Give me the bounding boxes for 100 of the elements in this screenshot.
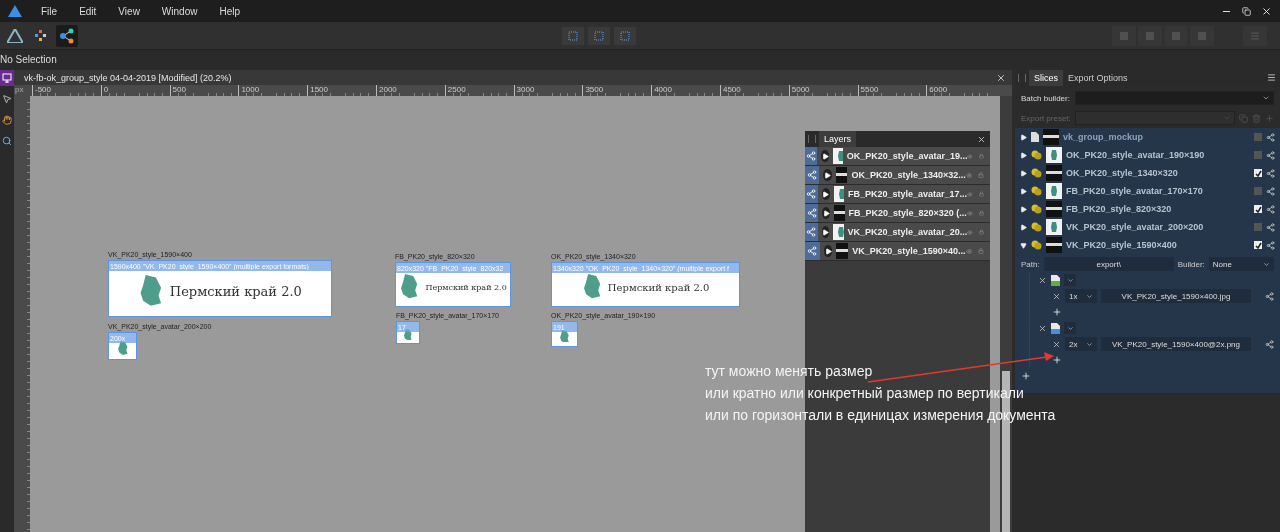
slice-row[interactable]: OK_PK20_style_avatar_190×190	[1015, 146, 1280, 164]
checkbox[interactable]	[1254, 187, 1262, 195]
caret-icon	[1223, 114, 1231, 122]
export-icon[interactable]	[1265, 291, 1274, 301]
dotted-square-icon	[594, 30, 604, 41]
triangle-icon	[1020, 169, 1027, 177]
coins-icon	[1031, 150, 1042, 160]
slice-name: OK_PK20_style_1340×320	[1066, 168, 1179, 178]
export-icon[interactable]	[1266, 168, 1275, 178]
checkbox[interactable]	[1254, 151, 1262, 159]
export-icon[interactable]	[1265, 339, 1274, 349]
map-icon	[138, 275, 164, 306]
expand-button[interactable]	[821, 150, 829, 162]
add-icon[interactable]	[1052, 355, 1062, 365]
expand-button[interactable]	[822, 207, 830, 219]
filename-field[interactable]: VK_PK20_style_1590×400.jpg	[1101, 289, 1251, 303]
dotted-square-icon	[620, 30, 630, 41]
checkbox[interactable]	[1254, 241, 1262, 249]
menu-item[interactable]: Help	[208, 5, 251, 17]
layer-row[interactable]: VK_PK20_style_avatar_20...	[805, 223, 990, 242]
selection-box-button[interactable]	[588, 26, 610, 45]
export-icon[interactable]	[1266, 240, 1275, 250]
slice-row[interactable]: FB_PK20_style_avatar_170×170	[1015, 182, 1280, 200]
layer-row[interactable]: OK_PK20_style_avatar_19...	[805, 147, 990, 166]
filename-field[interactable]: VK_PK20_style_1590×400@2x.png	[1101, 337, 1251, 351]
field-label: Batch builder:	[1021, 93, 1071, 103]
expand-button[interactable]	[821, 226, 830, 238]
layer-name: VK_PK20_style_1590×40...	[852, 246, 966, 256]
menu-item[interactable]: Window	[150, 5, 209, 17]
close-button[interactable]	[996, 72, 1006, 83]
slice-row[interactable]: OK_PK20_style_1340×320	[1015, 164, 1280, 182]
export-icon[interactable]	[1266, 132, 1275, 142]
expand-button[interactable]	[823, 169, 832, 181]
remove-icon[interactable]	[1052, 291, 1061, 301]
tool-button[interactable]	[0, 70, 14, 86]
panel-tab[interactable]: Layers	[819, 131, 856, 147]
triangle-icon	[822, 228, 830, 236]
map-icon	[559, 329, 570, 343]
expand-button[interactable]	[823, 245, 833, 257]
expand-toggle[interactable]	[1020, 205, 1027, 213]
layer-row[interactable]: VK_PK20_style_1590×40...	[805, 242, 990, 261]
export-icon[interactable]	[1266, 222, 1275, 232]
expand-toggle[interactable]	[1020, 241, 1027, 249]
expand-button[interactable]	[821, 188, 830, 200]
layer-row[interactable]: FB_PK20_style_820×320 (...	[805, 204, 990, 223]
slice-name: FB_PK20_style_820×320	[1066, 204, 1173, 214]
close-icon[interactable]	[1261, 5, 1272, 17]
panel-tab[interactable]: Slices	[1029, 69, 1063, 86]
thumbnail	[832, 148, 843, 164]
remove-icon[interactable]	[1038, 323, 1047, 333]
menu-item[interactable]: View	[107, 5, 151, 17]
close-button[interactable]	[977, 134, 986, 144]
slice-name: OK_PK20_style_avatar_190×190	[1066, 150, 1206, 160]
menu-item[interactable]: File	[30, 5, 69, 17]
expand-toggle[interactable]	[1020, 169, 1027, 177]
expand-toggle[interactable]	[1020, 151, 1027, 159]
share-icon	[806, 227, 817, 237]
scale-dropdown[interactable]: 2x	[1065, 337, 1097, 351]
scale-dropdown[interactable]: 1x	[1065, 289, 1097, 303]
checkbox[interactable]	[1254, 169, 1262, 177]
layer-row[interactable]: OK_PK20_style_1340×32...	[805, 166, 990, 185]
expand-toggle[interactable]	[1020, 187, 1027, 195]
remove-icon[interactable]	[1052, 339, 1061, 349]
checkbox[interactable]	[1254, 223, 1262, 231]
layer-row[interactable]: FB_PK20_style_avatar_17...	[805, 185, 990, 204]
export-icon[interactable]	[1266, 186, 1275, 196]
restore-icon[interactable]	[1242, 6, 1251, 16]
builder-dropdown[interactable]: None	[1208, 257, 1274, 271]
checkbox[interactable]	[1254, 133, 1262, 141]
path-field[interactable]: export\	[1043, 257, 1174, 271]
share-icon	[806, 151, 817, 161]
share-icon	[807, 170, 818, 180]
selection-box-button[interactable]	[614, 26, 636, 45]
panel-menu-button[interactable]	[1267, 73, 1276, 82]
export-icon[interactable]	[1266, 150, 1275, 160]
document-icon	[1031, 132, 1039, 142]
file-icon	[1051, 274, 1060, 286]
layer-name: OK_PK20_style_avatar_19...	[846, 151, 968, 161]
panel-tab[interactable]: Export Options	[1063, 69, 1133, 86]
map-icon	[399, 274, 420, 299]
file-icon	[1051, 322, 1060, 334]
remove-icon[interactable]	[1038, 275, 1047, 285]
menu-item[interactable]: Edit	[68, 5, 108, 17]
expand-toggle[interactable]	[1020, 133, 1027, 141]
add-icon[interactable]	[1021, 371, 1031, 381]
layer-name: FB_PK20_style_820×320 (...	[848, 208, 967, 218]
tool-button[interactable]	[0, 112, 14, 128]
slice-row[interactable]: FB_PK20_style_820×320	[1015, 200, 1280, 218]
selection-box-button[interactable]	[562, 26, 584, 45]
thumbnail	[1046, 219, 1062, 235]
add-icon[interactable]	[1052, 307, 1062, 317]
slice-row[interactable]: VK_PK20_style_1590×400	[1015, 236, 1280, 254]
expand-toggle[interactable]	[1020, 223, 1027, 231]
triangle-icon	[822, 190, 830, 198]
slice-name: vk_group_mockup	[1063, 132, 1145, 142]
slice-row[interactable]: VK_PK20_style_avatar_200×200	[1015, 218, 1280, 236]
checkbox[interactable]	[1254, 205, 1262, 213]
persona-button[interactable]	[56, 24, 78, 47]
slice-row[interactable]: vk_group_mockup	[1015, 128, 1280, 146]
export-icon[interactable]	[1266, 204, 1275, 214]
